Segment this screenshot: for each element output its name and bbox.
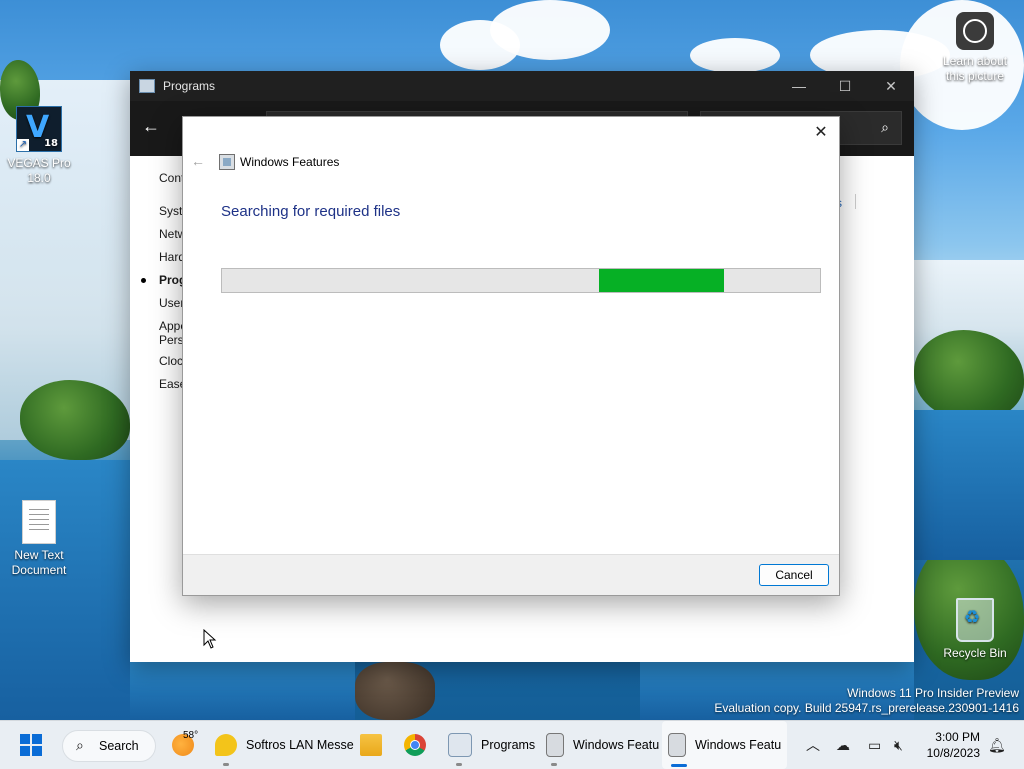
volume-tray[interactable]: 🔇︎ bbox=[894, 721, 903, 769]
watermark-line2: Evaluation copy. Build 25947.rs_prerelea… bbox=[714, 701, 1019, 715]
windows-features-icon bbox=[546, 733, 564, 757]
back-arrow-icon[interactable]: ← bbox=[142, 116, 160, 137]
maximize-button[interactable]: ☐ bbox=[822, 71, 868, 101]
control-panel-icon bbox=[448, 733, 472, 757]
show-hidden-icons-button[interactable]: ︿ bbox=[806, 721, 820, 769]
notifications-button[interactable]: 🔔︎ bbox=[988, 721, 1006, 769]
learn-about-picture-label: Learn about this picture bbox=[942, 54, 1008, 83]
windows-start-icon bbox=[20, 734, 42, 756]
windows-features-icon bbox=[219, 154, 235, 170]
desktop-icon-new-text-document[interactable]: New Text Document bbox=[1, 500, 77, 578]
divider bbox=[855, 194, 856, 209]
file-explorer-icon bbox=[360, 734, 382, 756]
recycle-bin-icon: ♻ bbox=[956, 598, 994, 642]
clock-time: 3:00 PM bbox=[935, 730, 980, 744]
dialog-close-button[interactable]: ✕ bbox=[809, 121, 833, 145]
taskbar-search[interactable]: ⌕ Search bbox=[62, 730, 156, 762]
mouse-cursor-icon bbox=[203, 629, 217, 649]
softros-icon bbox=[215, 734, 237, 756]
desktop-icon-label: Recycle Bin bbox=[943, 646, 1007, 660]
dialog-footer: Cancel bbox=[183, 554, 839, 595]
chevron-up-icon: ︿ bbox=[806, 737, 820, 753]
taskbar-app-label: Programs bbox=[481, 738, 536, 752]
sidebar-item-control-panel[interactable]: Cont bbox=[159, 171, 184, 185]
text-document-icon bbox=[22, 500, 56, 544]
desktop-icon-vegas-pro[interactable]: V 18 ↗ VEGAS Pro 18.0 bbox=[1, 106, 77, 186]
network-icon: ▭ bbox=[868, 736, 882, 753]
taskbar-app-windows-features-1[interactable]: Windows Featu bbox=[546, 721, 659, 769]
active-indicator bbox=[141, 278, 146, 283]
weather-temperature: 58° bbox=[183, 730, 199, 741]
start-button[interactable] bbox=[20, 721, 42, 769]
clock-date: 10/8/2023 bbox=[926, 746, 980, 760]
watermark-line1: Windows 11 Pro Insider Preview bbox=[847, 686, 1019, 700]
search-icon: ⌕ bbox=[881, 119, 889, 135]
learn-about-picture[interactable]: Learn about this picture bbox=[936, 12, 1014, 84]
desktop-icon-recycle-bin[interactable]: ♻ Recycle Bin bbox=[937, 598, 1013, 661]
desktop-icon-label: VEGAS Pro 18.0 bbox=[7, 156, 71, 185]
bell-icon: 🔔︎ bbox=[988, 736, 1006, 753]
progress-bar bbox=[221, 268, 821, 293]
windows-features-dialog: ✕ ← Windows Features Searching for requi… bbox=[182, 116, 840, 596]
taskbar-app-label: Softros LAN Messe bbox=[246, 738, 354, 752]
minimize-button[interactable]: — bbox=[776, 71, 822, 101]
cancel-button[interactable]: Cancel bbox=[759, 564, 829, 586]
camera-info-icon bbox=[956, 12, 994, 50]
taskbar-app-chrome[interactable] bbox=[404, 721, 435, 769]
taskbar-app-softros[interactable]: Softros LAN Messe bbox=[215, 721, 354, 769]
taskbar: ⌕ Search Softros LAN Messe Programs Wind… bbox=[0, 720, 1024, 769]
cloud-icon: ☁ bbox=[836, 736, 850, 753]
close-button[interactable]: ✕ bbox=[868, 71, 914, 101]
chrome-icon bbox=[404, 734, 426, 756]
dialog-back-arrow-icon: ← bbox=[191, 153, 205, 169]
progress-bar-fill bbox=[598, 269, 725, 292]
desktop-icon-label: New Text Document bbox=[11, 548, 67, 577]
taskbar-app-label: Windows Featu bbox=[695, 738, 782, 752]
dialog-title: Windows Features bbox=[240, 155, 340, 169]
taskbar-app-windows-features-2[interactable]: Windows Featu bbox=[662, 721, 788, 769]
taskbar-clock[interactable]: 3:00 PM 10/8/2023 bbox=[927, 729, 980, 761]
vegas-pro-icon: V 18 ↗ bbox=[16, 106, 62, 152]
search-icon: ⌕ bbox=[76, 737, 84, 753]
control-panel-icon bbox=[139, 79, 155, 93]
taskbar-app-file-explorer[interactable] bbox=[360, 721, 391, 769]
programs-window-title: Programs bbox=[163, 79, 216, 93]
network-tray[interactable]: ▭ bbox=[868, 721, 881, 769]
taskbar-app-programs[interactable]: Programs bbox=[448, 721, 535, 769]
taskbar-app-label: Windows Featu bbox=[573, 738, 660, 752]
windows-features-icon bbox=[668, 733, 686, 757]
taskbar-weather[interactable] bbox=[172, 721, 203, 769]
speaker-muted-icon: 🔇︎ bbox=[894, 736, 903, 753]
onedrive-tray[interactable]: ☁ bbox=[836, 721, 850, 769]
status-heading: Searching for required files bbox=[221, 203, 401, 220]
taskbar-search-label: Search bbox=[99, 739, 139, 753]
sidebar-item-user-accounts[interactable]: User bbox=[159, 296, 184, 310]
programs-titlebar: Programs — ☐ ✕ bbox=[130, 71, 914, 101]
